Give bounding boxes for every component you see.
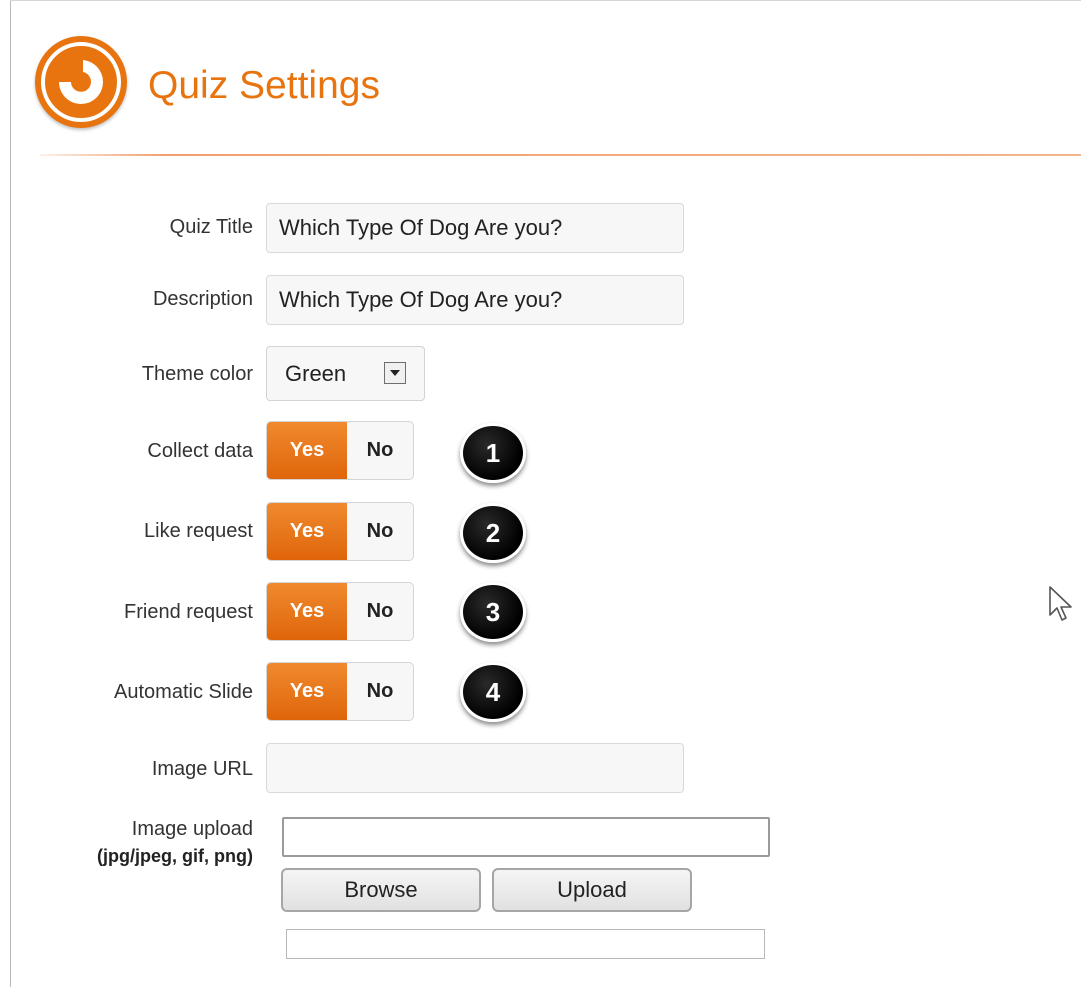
callout-badge-2: 2 bbox=[460, 503, 526, 563]
friend-request-no-button[interactable]: No bbox=[347, 583, 413, 640]
collect-data-toggle[interactable]: Yes No bbox=[266, 421, 414, 480]
upload-button[interactable]: Upload bbox=[492, 868, 692, 912]
window-border-top bbox=[10, 0, 1081, 1]
image-upload-label: Image upload bbox=[131, 818, 253, 840]
image-upload-formats: (jpg/jpeg, gif, png) bbox=[97, 846, 253, 866]
image-url-label: Image URL bbox=[151, 758, 253, 780]
description-input[interactable]: Which Type Of Dog Are you? bbox=[266, 275, 684, 325]
callout-badge-4: 4 bbox=[460, 662, 526, 722]
quiz-title-input[interactable]: Which Type Of Dog Are you? bbox=[266, 203, 684, 253]
automatic-slide-toggle[interactable]: Yes No bbox=[266, 662, 414, 721]
chevron-down-icon[interactable] bbox=[384, 362, 406, 384]
upload-status-box bbox=[286, 929, 765, 959]
friend-request-yes-button[interactable]: Yes bbox=[267, 583, 347, 640]
browse-button[interactable]: Browse bbox=[281, 868, 481, 912]
theme-color-value: Green bbox=[285, 361, 347, 386]
header-divider bbox=[40, 154, 1081, 156]
mouse-cursor-icon bbox=[1048, 585, 1074, 628]
theme-color-label: Theme color bbox=[141, 363, 253, 385]
like-request-label: Like request bbox=[144, 520, 253, 542]
collect-data-label: Collect data bbox=[147, 440, 253, 462]
like-request-yes-button[interactable]: Yes bbox=[267, 503, 347, 560]
description-label: Description bbox=[152, 288, 253, 310]
friend-request-label: Friend request bbox=[124, 601, 253, 623]
callout-badge-3: 3 bbox=[460, 582, 526, 642]
image-url-input[interactable] bbox=[266, 743, 684, 793]
page-title: Quiz Settings bbox=[148, 64, 380, 107]
file-path-input[interactable] bbox=[282, 817, 770, 857]
target-logo-icon bbox=[35, 36, 127, 128]
automatic-slide-label: Automatic Slide bbox=[114, 681, 253, 703]
window-border-left bbox=[10, 0, 11, 987]
automatic-slide-yes-button[interactable]: Yes bbox=[267, 663, 347, 720]
like-request-no-button[interactable]: No bbox=[347, 503, 413, 560]
like-request-toggle[interactable]: Yes No bbox=[266, 502, 414, 561]
callout-badge-1: 1 bbox=[460, 423, 526, 483]
automatic-slide-no-button[interactable]: No bbox=[347, 663, 413, 720]
collect-data-yes-button[interactable]: Yes bbox=[267, 422, 347, 479]
collect-data-no-button[interactable]: No bbox=[347, 422, 413, 479]
quiz-title-label: Quiz Title bbox=[169, 216, 253, 238]
theme-color-select[interactable]: Green bbox=[266, 346, 425, 401]
friend-request-toggle[interactable]: Yes No bbox=[266, 582, 414, 641]
